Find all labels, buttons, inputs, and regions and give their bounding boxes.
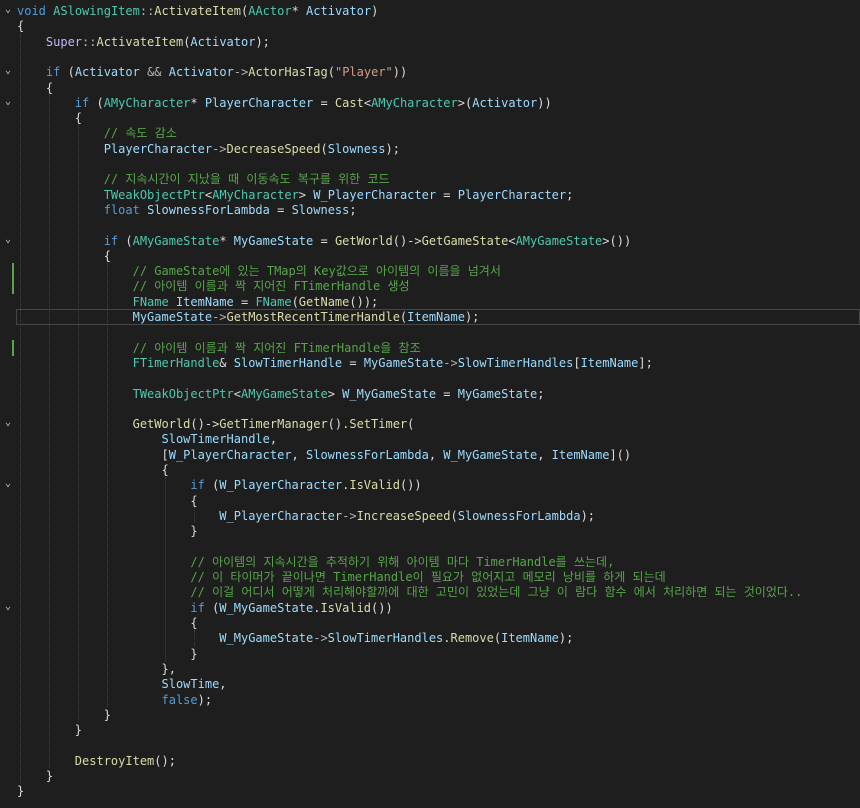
code-line[interactable]: { <box>17 18 24 34</box>
code-line[interactable]: } <box>17 646 197 662</box>
change-indicator <box>12 278 14 295</box>
code-line[interactable]: { <box>17 110 82 126</box>
code-line[interactable]: if (W_PlayerCharacter.IsValid()) <box>17 477 421 493</box>
code-line[interactable]: if (AMyCharacter* PlayerCharacter = Cast… <box>17 95 552 111</box>
change-indicator <box>12 263 14 280</box>
code-line[interactable]: } <box>17 722 82 738</box>
code-line[interactable]: } <box>17 783 24 799</box>
code-line[interactable]: // 아이템의 지속시간을 추적하기 위해 아이템 마다 TimerHandle… <box>17 554 614 570</box>
code-line[interactable]: void ASlowingItem::ActivateItem(AActor* … <box>17 3 378 19</box>
code-line[interactable]: if (AMyGameState* MyGameState = GetWorld… <box>17 233 631 249</box>
code-line[interactable]: SlowTime, <box>17 676 227 692</box>
code-line[interactable]: GetWorld()->GetTimerManager().SetTimer( <box>17 416 415 432</box>
code-line[interactable]: // 지속시간이 지났을 때 이동속도 복구를 위한 코드 <box>17 171 390 187</box>
code-line[interactable]: if (W_MyGameState.IsValid()) <box>17 600 392 616</box>
code-line[interactable]: TWeakObjectPtr<AMyGameState> W_MyGameSta… <box>17 386 545 402</box>
fold-toggle-icon[interactable]: ⌄ <box>2 96 14 108</box>
code-line[interactable]: { <box>17 615 197 631</box>
change-indicator <box>12 339 14 356</box>
fold-toggle-icon[interactable]: ⌄ <box>2 417 14 429</box>
code-line[interactable]: FTimerHandle& SlowTimerHandle = MyGameSt… <box>17 355 653 371</box>
code-line[interactable]: FName ItemName = FName(GetName()); <box>17 294 379 310</box>
code-line[interactable]: float SlownessForLambda = Slowness; <box>17 202 357 218</box>
code-line[interactable]: { <box>17 493 197 509</box>
code-line[interactable]: false); <box>17 692 213 708</box>
code-line[interactable]: Super::ActivateItem(Activator); <box>17 34 270 50</box>
code-line[interactable]: W_PlayerCharacter->IncreaseSpeed(Slownes… <box>17 508 595 524</box>
code-line[interactable]: { <box>17 80 53 96</box>
code-line[interactable]: // 이 타이머가 끝이나면 TimerHandle이 필요가 없어지고 메모리… <box>17 569 665 585</box>
code-line[interactable]: } <box>17 707 111 723</box>
fold-toggle-icon[interactable]: ⌄ <box>2 4 14 16</box>
fold-toggle-icon[interactable]: ⌄ <box>2 234 14 246</box>
code-line[interactable]: { <box>17 248 111 264</box>
code-line[interactable]: // 속도 감소 <box>17 125 177 141</box>
code-line[interactable]: { <box>17 462 168 478</box>
code-line[interactable]: // 아이템 이름과 짝 지어진 FTimerHandle 생성 <box>17 278 410 294</box>
code-line[interactable]: } <box>17 768 53 784</box>
code-line[interactable]: [W_PlayerCharacter, SlownessForLambda, W… <box>17 447 631 463</box>
code-line[interactable]: // 이걸 어디서 어떻게 처리해야할까에 대한 고민이 있었는데 그냥 이 람… <box>17 584 802 600</box>
code-line[interactable]: W_MyGameState->SlowTimerHandles.Remove(I… <box>17 630 573 646</box>
code-line[interactable]: SlowTimerHandle, <box>17 431 278 447</box>
fold-toggle-icon[interactable]: ⌄ <box>2 478 14 490</box>
editor-gutter[interactable] <box>0 0 16 808</box>
code-line[interactable]: }, <box>17 661 175 677</box>
code-line[interactable]: DestroyItem(); <box>17 753 176 769</box>
code-line[interactable]: // GameState에 있는 TMap의 Key값으로 아이템의 이름을 넘… <box>17 263 501 279</box>
code-line[interactable]: // 아이템 이름과 짝 지어진 FTimerHandle을 참조 <box>17 340 421 356</box>
code-line[interactable]: TWeakObjectPtr<AMyCharacter> W_PlayerCha… <box>17 187 574 203</box>
code-line[interactable]: MyGameState->GetMostRecentTimerHandle(It… <box>17 309 480 325</box>
code-line[interactable]: } <box>17 523 197 539</box>
fold-toggle-icon[interactable]: ⌄ <box>2 601 14 613</box>
fold-toggle-icon[interactable]: ⌄ <box>2 65 14 77</box>
code-editor[interactable]: ⌄ ⌄ ⌄ ⌄ ⌄ ⌄ ⌄ void ASlowingItem::ActivateItem(… <box>0 0 860 808</box>
code-line[interactable]: PlayerCharacter->DecreaseSpeed(Slowness)… <box>17 141 400 157</box>
code-line[interactable]: if (Activator && Activator->ActorHasTag(… <box>17 64 407 80</box>
